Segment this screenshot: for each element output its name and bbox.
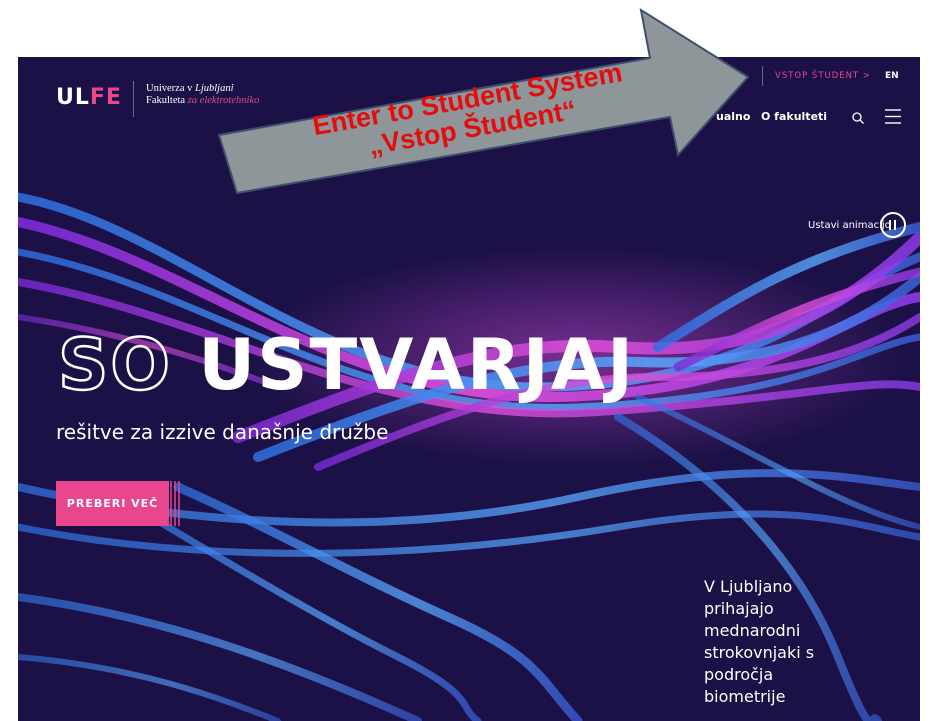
search-icon[interactable] — [851, 111, 865, 125]
logo-divider — [133, 81, 134, 117]
stop-animation-label[interactable]: Ustavi animacijo — [808, 220, 891, 231]
nav-item-o-fakulteti[interactable]: O fakulteti — [761, 110, 827, 123]
news-line: področja — [704, 665, 774, 684]
faculty-logo-text: Univerza v Ljubljani Fakulteta za elektr… — [146, 83, 260, 106]
hero-title-solid: USTVARJAJ — [198, 324, 636, 406]
language-switch[interactable]: EN — [885, 71, 899, 81]
news-line: V Ljubljano — [704, 577, 793, 596]
ulfe-logo[interactable]: ULFE — [56, 85, 122, 110]
news-line: biometrije — [704, 687, 786, 706]
read-more-button[interactable]: PREBERI VEČ — [56, 481, 169, 526]
topbar-divider — [762, 66, 763, 86]
news-line: prihajajo — [704, 599, 774, 618]
pause-icon[interactable] — [880, 212, 906, 238]
website-viewport: ULFE Univerza v Ljubljani Fakulteta za e… — [18, 57, 920, 721]
news-line: mednarodni — [704, 621, 801, 640]
news-teaser[interactable]: V Ljubljano prihajajo mednarodni strokov… — [704, 576, 864, 708]
nav-item-aktualno[interactable]: ualno — [716, 110, 750, 123]
menu-icon[interactable] — [885, 109, 901, 124]
hero-subtitle: rešitve za izzive današnje družbe — [56, 420, 389, 444]
hero-title: SO USTVARJAJ — [57, 324, 636, 407]
student-login-link[interactable]: VSTOP ŠTUDENT > — [775, 71, 871, 81]
hero-title-outline: SO — [57, 324, 172, 407]
cta-decoration-lines — [170, 481, 180, 526]
news-line: strokovnjaki s — [704, 643, 815, 662]
